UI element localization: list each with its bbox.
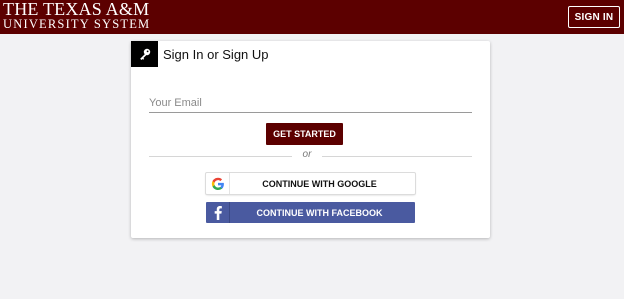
texas-am-logo[interactable]: THE TEXAS A&M UNIVERSITY SYSTEM	[3, 0, 151, 31]
google-icon	[206, 173, 230, 194]
get-started-button[interactable]: GET STARTED	[266, 123, 343, 145]
logo-line-1: THE TEXAS A&M	[3, 0, 150, 19]
divider-right	[322, 156, 472, 157]
email-input[interactable]	[149, 93, 472, 113]
facebook-button-label: CONTINUE WITH FACEBOOK	[256, 207, 383, 218]
sign-in-card: Sign In or Sign Up GET STARTED or CONTIN…	[131, 41, 490, 238]
continue-with-google-button[interactable]: CONTINUE WITH GOOGLE	[206, 173, 415, 194]
divider-left	[149, 156, 292, 157]
continue-with-facebook-button[interactable]: CONTINUE WITH FACEBOOK	[206, 202, 415, 223]
or-divider-text: or	[302, 149, 312, 160]
google-button-label: CONTINUE WITH GOOGLE	[262, 178, 377, 189]
logo-line-2: UNIVERSITY SYSTEM	[3, 17, 151, 31]
top-bar: THE TEXAS A&M UNIVERSITY SYSTEM SIGN IN	[0, 0, 624, 34]
key-icon	[131, 41, 158, 67]
facebook-icon	[206, 202, 230, 223]
card-title: Sign In or Sign Up	[163, 47, 269, 62]
sign-in-button[interactable]: SIGN IN	[568, 6, 620, 28]
